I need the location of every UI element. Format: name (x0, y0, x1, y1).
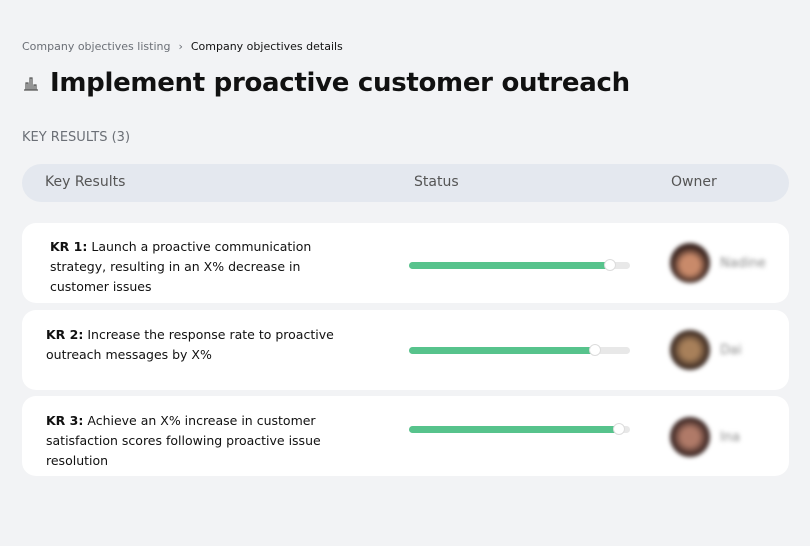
avatar (670, 243, 710, 283)
page-title: Implement proactive customer outreach (50, 68, 630, 98)
header-key-results: Key Results (45, 174, 126, 190)
breadcrumb: Company objectives listing › Company obj… (22, 40, 343, 53)
progress-bar (409, 423, 630, 435)
table-row[interactable]: KR 2: Increase the response rate to proa… (22, 310, 789, 390)
header-status: Status (414, 174, 459, 190)
progress-bar (409, 344, 630, 356)
table-header: Key Results Status Owner (22, 164, 789, 202)
owner-name: Dai (720, 343, 742, 358)
kr-id: KR 1: (50, 239, 88, 254)
kr-id: KR 2: (46, 327, 84, 342)
kr-id: KR 3: (46, 413, 84, 428)
chevron-right-icon: › (178, 40, 183, 53)
progress-knob (612, 423, 625, 435)
kr-text: Increase the response rate to proactive … (46, 327, 334, 362)
table-row[interactable]: KR 3: Achieve an X% increase in customer… (22, 396, 789, 476)
table-row[interactable]: KR 1: Launch a proactive communication s… (22, 223, 789, 303)
progress-fill (409, 347, 595, 354)
kr-text: Achieve an X% increase in customer satis… (46, 413, 321, 468)
section-label: KEY RESULTS (3) (22, 130, 131, 145)
kr-text: Launch a proactive communication strateg… (50, 239, 312, 294)
progress-bar (409, 259, 630, 271)
breadcrumb-parent-link[interactable]: Company objectives listing (22, 40, 170, 53)
owner-name: Nadine (720, 256, 766, 271)
progress-knob (588, 344, 601, 356)
progress-fill (409, 426, 619, 433)
building-chart-icon (24, 77, 38, 91)
header-owner: Owner (671, 174, 717, 190)
avatar (670, 417, 710, 457)
progress-knob (604, 259, 617, 271)
breadcrumb-current: Company objectives details (190, 40, 343, 53)
page-header: Implement proactive customer outreach (22, 68, 630, 98)
owner-name: Ina (720, 430, 741, 445)
avatar (670, 330, 710, 370)
progress-fill (409, 262, 611, 269)
